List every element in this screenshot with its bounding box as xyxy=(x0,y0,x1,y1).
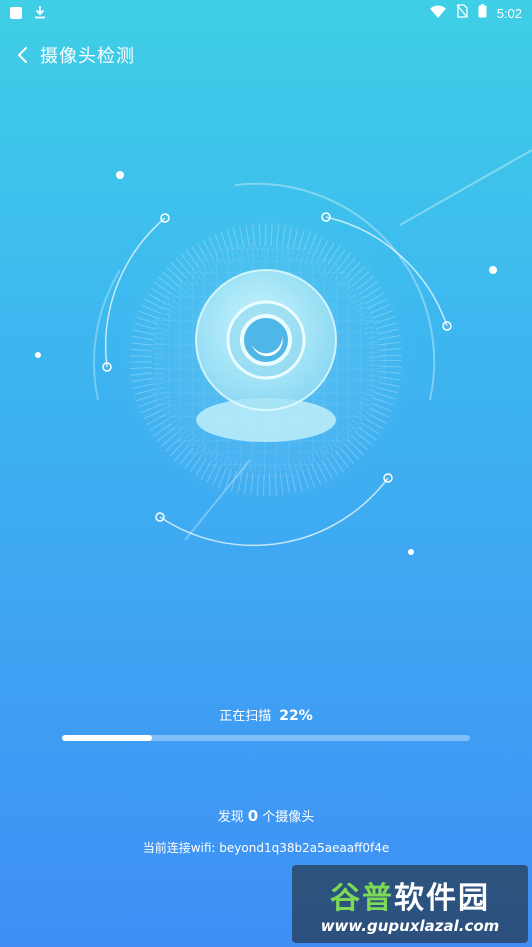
current-wifi: 当前连接wifi: beyond1q38b2a5aeaaff0f4e xyxy=(0,839,532,856)
no-sim-icon xyxy=(456,4,468,22)
found-prefix: 发现 xyxy=(217,810,244,825)
watermark-url: www.gupuxlazal.com xyxy=(320,917,500,935)
notification-square-icon xyxy=(10,7,22,19)
wifi-icon xyxy=(429,5,446,22)
found-suffix: 个摄像头 xyxy=(262,810,315,825)
status-time: 5:02 xyxy=(496,5,522,21)
wifi-label: 当前连接wifi: xyxy=(142,841,216,855)
watermark-logo: 谷普软件园 www.gupuxlazal.com xyxy=(292,865,528,943)
app-header: 摄像头检测 xyxy=(0,38,532,72)
scan-progress-percent: 22% xyxy=(279,708,313,724)
status-bar-right: 5:02 xyxy=(429,4,522,22)
scan-progress-label: 正在扫描 22% xyxy=(0,705,532,724)
scan-status-text: 正在扫描 xyxy=(219,709,272,724)
scan-illustration xyxy=(35,149,532,555)
found-camera-count: 发现 0 个摄像头 xyxy=(0,806,532,825)
chevron-left-icon[interactable] xyxy=(12,44,34,66)
wifi-ssid: beyond1q38b2a5aeaaff0f4e xyxy=(219,841,390,855)
scan-progress-fill xyxy=(62,735,152,741)
download-icon xyxy=(34,5,46,22)
found-count: 0 xyxy=(247,807,259,825)
status-bar-left xyxy=(10,5,46,22)
status-bar: 5:02 xyxy=(0,0,532,26)
watermark-brand: 谷普软件园 xyxy=(330,881,490,916)
sparkle xyxy=(489,266,497,274)
sparkle xyxy=(408,549,414,555)
sparkle xyxy=(116,171,124,179)
camera-icon xyxy=(195,269,337,442)
page-title: 摄像头检测 xyxy=(40,46,135,67)
light-streak xyxy=(399,149,532,226)
scan-progress-bar xyxy=(62,735,470,741)
sparkle xyxy=(35,352,41,358)
battery-icon xyxy=(478,4,487,22)
